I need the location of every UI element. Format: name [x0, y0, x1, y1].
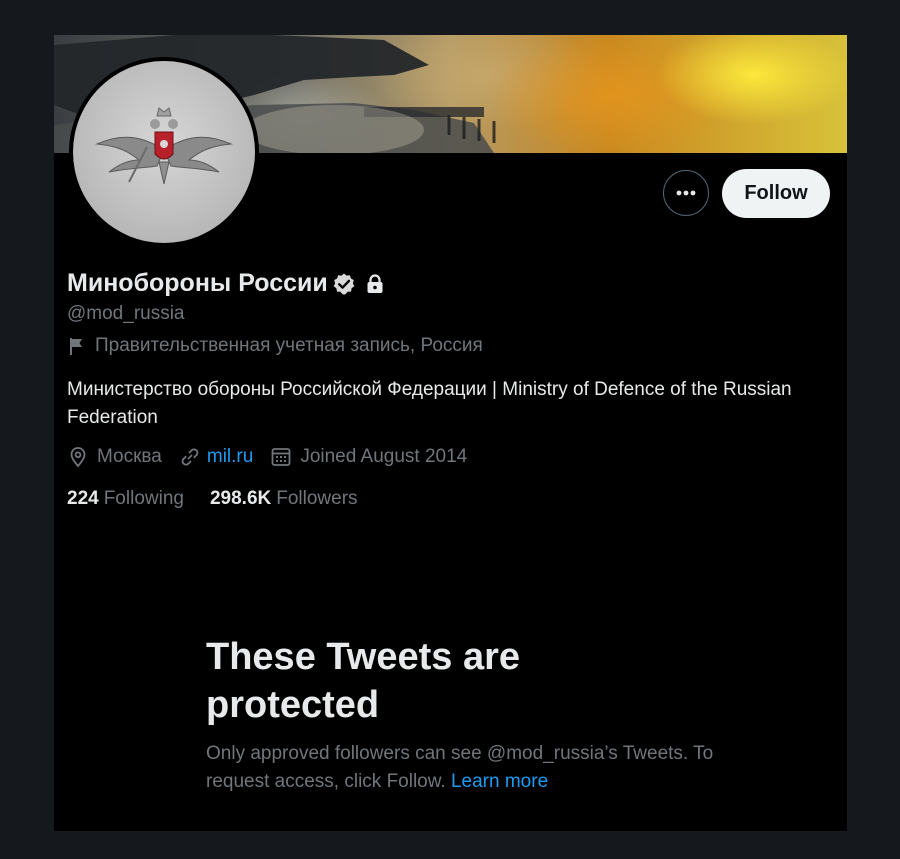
profile-name-row: Минобороны России [67, 269, 386, 298]
government-label[interactable]: Правительственная учетная запись, Россия [67, 335, 483, 357]
following-label: Following [103, 488, 184, 509]
handle: @mod_russia [67, 303, 185, 324]
following-stat[interactable]: 224 Following [67, 488, 184, 510]
location-text: Москва [97, 446, 162, 467]
avatar-image [73, 61, 255, 243]
profile-card: Follow Минобороны России @mod_russia Пра… [54, 35, 847, 831]
more-options-button[interactable] [663, 170, 709, 216]
followers-stat[interactable]: 298.6K Followers [210, 488, 358, 510]
website-link[interactable]: mil.ru [207, 446, 253, 468]
followers-label: Followers [276, 488, 358, 509]
profile-meta: Москва mil.ru Joined August 2014 [67, 446, 484, 468]
learn-more-link[interactable]: Learn more [451, 771, 548, 792]
following-count: 224 [67, 488, 99, 509]
location-pin-icon [70, 447, 86, 468]
location-item: Москва [67, 446, 162, 468]
website-item[interactable]: mil.ru [179, 446, 253, 468]
display-name: Минобороны России [67, 269, 328, 297]
verified-badge-icon[interactable] [332, 272, 356, 296]
follow-button[interactable]: Follow [722, 169, 830, 218]
bio: Министерство обороны Российской Федераци… [67, 379, 792, 428]
followers-count: 298.6K [209, 488, 272, 509]
follow-stats: 224 Following 298.6K Followers [67, 488, 358, 510]
joined-item: Joined August 2014 [270, 446, 467, 468]
joined-text: Joined August 2014 [300, 446, 468, 467]
protected-message: Only approved followers can see @mod_rus… [206, 740, 726, 796]
more-dots-icon [676, 190, 696, 196]
protected-title: These Tweets are protected [206, 636, 521, 726]
link-icon [181, 448, 199, 466]
calendar-icon [271, 448, 291, 466]
lock-icon [367, 273, 383, 293]
flag-icon [70, 338, 82, 355]
government-label-text: Правительственная учетная запись, Россия [95, 335, 483, 356]
emblem-icon [95, 107, 233, 185]
avatar[interactable] [69, 57, 259, 247]
